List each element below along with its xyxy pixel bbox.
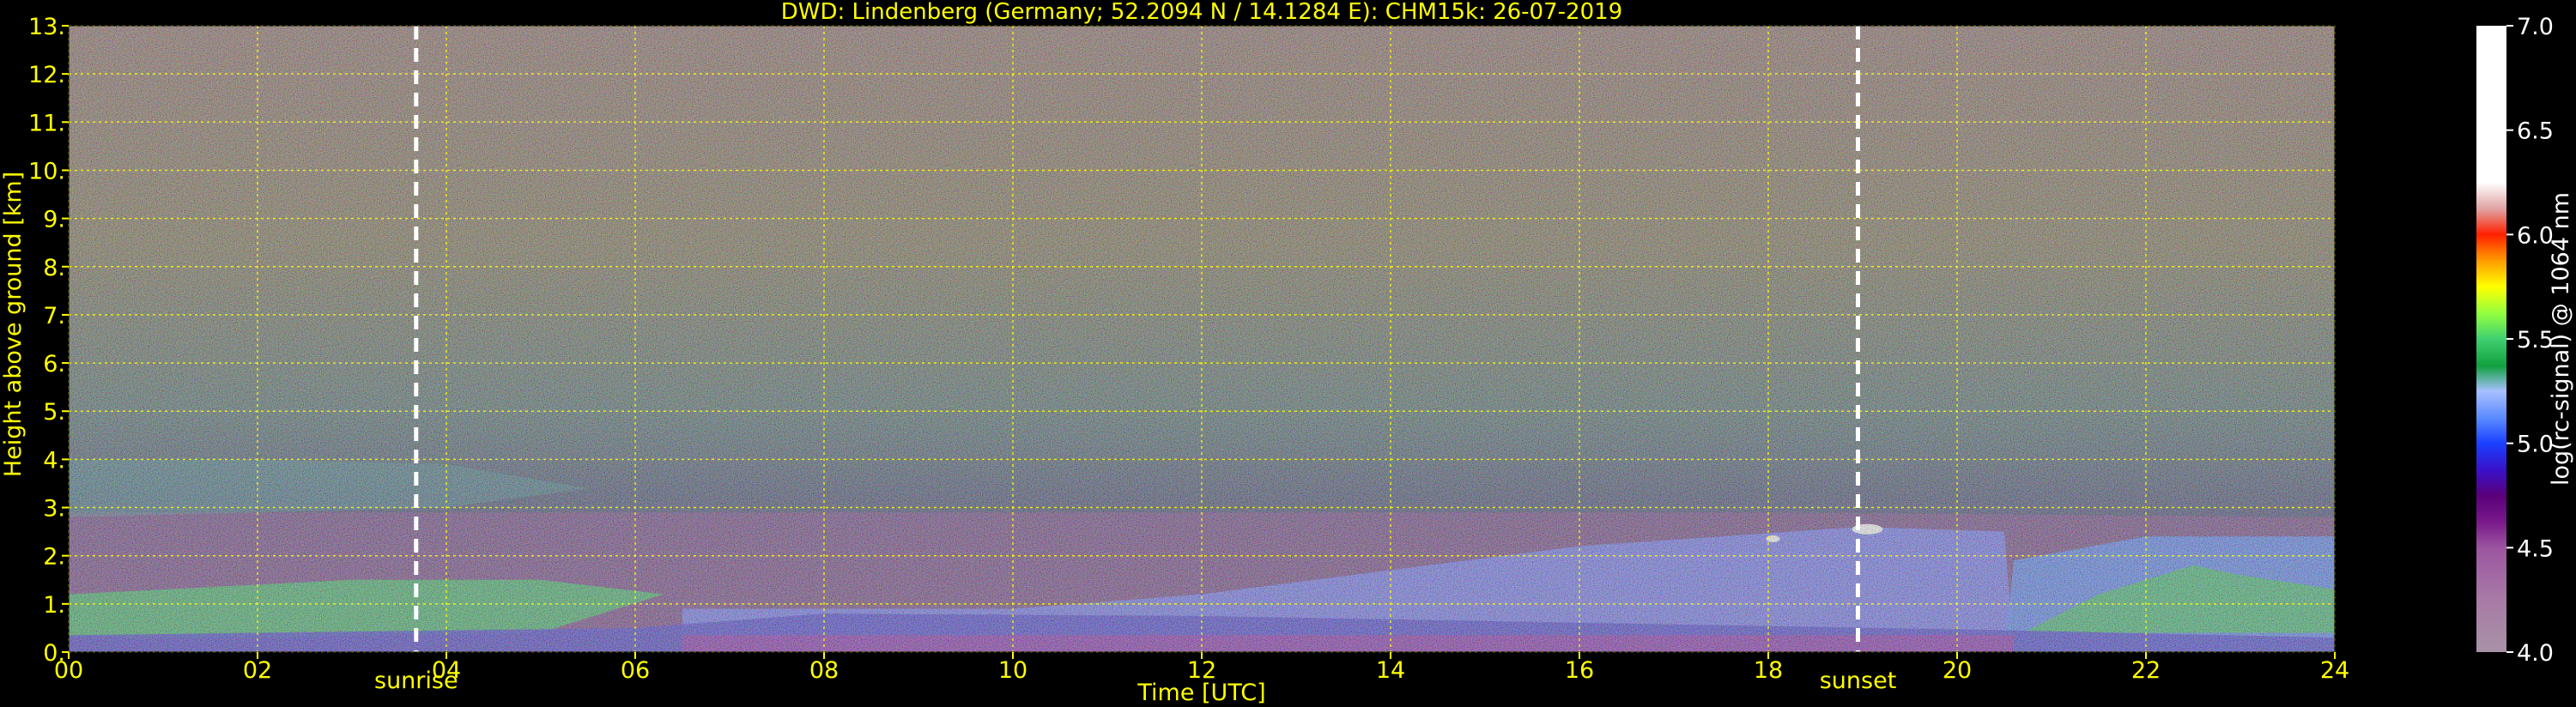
y-tick-label: 1. xyxy=(43,592,65,619)
x-tick-label: 22 xyxy=(2131,657,2161,684)
x-tick-label: 08 xyxy=(809,657,839,684)
y-tick-label: 6. xyxy=(43,351,65,378)
colorbar-ticks: 4.04.55.05.56.06.57.0 xyxy=(2506,14,2554,667)
colorbar-tick-label: 4.5 xyxy=(2517,535,2554,562)
y-tick-label: 8. xyxy=(43,255,65,281)
x-tick-label: 10 xyxy=(998,657,1027,684)
x-tick-label: 06 xyxy=(621,657,650,684)
x-tick-label: 14 xyxy=(1376,657,1405,684)
y-tick-label: 9. xyxy=(43,207,65,233)
colorbar-tick-label: 7.0 xyxy=(2517,14,2554,40)
colorbar: 4.04.55.05.56.06.57.0 log(rc-signal) @ 1… xyxy=(2476,14,2574,667)
chart-title: DWD: Lindenberg (Germany; 52.2094 N / 14… xyxy=(781,0,1622,25)
x-tick-label: 20 xyxy=(1943,657,1972,684)
ceilometer-chart: sunrise sunset 00 02 04 06 08 10 12 14 16 18 20 22 24… xyxy=(0,0,2574,706)
x-axis-label: Time [UTC] xyxy=(1136,680,1265,706)
y-tick-label: 11. xyxy=(28,110,65,136)
x-tick-label: 16 xyxy=(1565,657,1594,684)
colorbar-label: log(rc-signal) @ 1064 nm xyxy=(2548,192,2574,486)
colorbar-tick-label: 6.5 xyxy=(2517,118,2554,145)
y-tick-label: 12. xyxy=(28,62,65,88)
y-tick-label: 3. xyxy=(43,496,65,523)
x-tick-label: 18 xyxy=(1754,657,1783,684)
y-tick-label: 4. xyxy=(43,447,65,474)
colorbar-scale xyxy=(2476,26,2506,652)
marker-label-sunset: sunset xyxy=(1820,668,1897,694)
x-tick-label: 04 xyxy=(432,657,461,684)
y-tick-label: 0. xyxy=(43,640,65,667)
x-tick-label: 02 xyxy=(243,657,272,684)
y-axis-label: Height above ground [km] xyxy=(0,172,27,477)
y-tick-label: 13. xyxy=(28,14,65,40)
colorbar-tick-label: 4.0 xyxy=(2517,640,2554,667)
y-tick-label: 7. xyxy=(43,303,65,329)
x-tick-label: 24 xyxy=(2320,657,2349,684)
y-tick-label: 10. xyxy=(28,158,65,184)
y-tick-label: 5. xyxy=(43,399,65,426)
y-tick-label: 2. xyxy=(43,544,65,571)
